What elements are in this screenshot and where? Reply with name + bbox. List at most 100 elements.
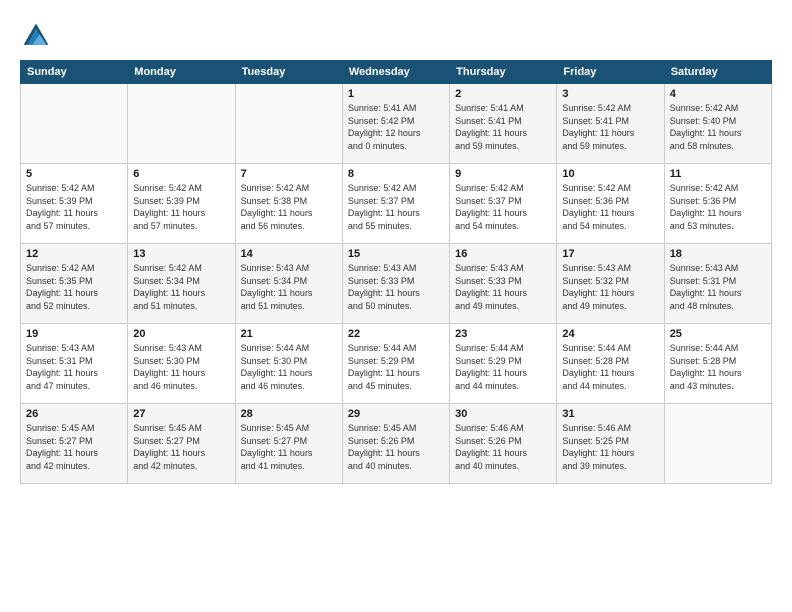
- day-number: 21: [241, 328, 337, 340]
- calendar-cell: 12 Sunrise: 5:42 AM Sunset: 5:35 PM Dayli…: [21, 244, 128, 324]
- header-cell-wednesday: Wednesday: [342, 61, 449, 84]
- day-number: 22: [348, 328, 444, 340]
- day-number: 19: [26, 328, 122, 340]
- day-number: 10: [562, 168, 658, 180]
- page: SundayMondayTuesdayWednesdayThursdayFrid…: [0, 0, 792, 612]
- day-info: Sunrise: 5:42 AM Sunset: 5:36 PM Dayligh…: [562, 182, 658, 232]
- day-number: 6: [133, 168, 229, 180]
- header-cell-monday: Monday: [128, 61, 235, 84]
- day-info: Sunrise: 5:42 AM Sunset: 5:39 PM Dayligh…: [26, 182, 122, 232]
- day-info: Sunrise: 5:42 AM Sunset: 5:38 PM Dayligh…: [241, 182, 337, 232]
- day-number: 5: [26, 168, 122, 180]
- header-row: SundayMondayTuesdayWednesdayThursdayFrid…: [21, 61, 772, 84]
- calendar-cell: 31 Sunrise: 5:46 AM Sunset: 5:25 PM Dayli…: [557, 404, 664, 484]
- calendar-cell: 2Sunrise: 5:41 AM Sunset: 5:41 PM Daylig…: [450, 84, 557, 164]
- calendar-cell: 15 Sunrise: 5:43 AM Sunset: 5:33 PM Dayli…: [342, 244, 449, 324]
- day-number: 29: [348, 408, 444, 420]
- day-info: Sunrise: 5:42 AM Sunset: 5:36 PM Dayligh…: [670, 182, 766, 232]
- day-info: Sunrise: 5:44 AM Sunset: 5:30 PM Dayligh…: [241, 342, 337, 392]
- day-number: 2: [455, 88, 551, 100]
- calendar-cell: 26Sunrise: 5:45 AM Sunset: 5:27 PM Dayli…: [21, 404, 128, 484]
- day-number: 26: [26, 408, 122, 420]
- day-info: Sunrise: 5:42 AM Sunset: 5:41 PM Dayligh…: [562, 102, 658, 152]
- header-cell-saturday: Saturday: [664, 61, 771, 84]
- calendar-cell: 7 Sunrise: 5:42 AM Sunset: 5:38 PM Daylig…: [235, 164, 342, 244]
- day-info: Sunrise: 5:43 AM Sunset: 5:33 PM Dayligh…: [348, 262, 444, 312]
- day-info: Sunrise: 5:45 AM Sunset: 5:26 PM Dayligh…: [348, 422, 444, 472]
- day-number: 9: [455, 168, 551, 180]
- calendar-cell: 22 Sunrise: 5:44 AM Sunset: 5:29 PM Dayli…: [342, 324, 449, 404]
- day-info: Sunrise: 5:46 AM Sunset: 5:25 PM Dayligh…: [562, 422, 658, 472]
- calendar-row: 12 Sunrise: 5:42 AM Sunset: 5:35 PM Dayli…: [21, 244, 772, 324]
- day-number: 25: [670, 328, 766, 340]
- calendar-cell: 18Sunrise: 5:43 AM Sunset: 5:31 PM Dayli…: [664, 244, 771, 324]
- day-info: Sunrise: 5:42 AM Sunset: 5:35 PM Dayligh…: [26, 262, 122, 312]
- header-cell-tuesday: Tuesday: [235, 61, 342, 84]
- logo: [20, 20, 56, 52]
- calendar-cell: 9 Sunrise: 5:42 AM Sunset: 5:37 PM Daylig…: [450, 164, 557, 244]
- day-info: Sunrise: 5:42 AM Sunset: 5:37 PM Dayligh…: [348, 182, 444, 232]
- day-number: 16: [455, 248, 551, 260]
- calendar-cell: 8Sunrise: 5:42 AM Sunset: 5:37 PM Daylig…: [342, 164, 449, 244]
- calendar-cell: 19 Sunrise: 5:43 AM Sunset: 5:31 PM Dayli…: [21, 324, 128, 404]
- day-number: 13: [133, 248, 229, 260]
- calendar-cell: 1Sunrise: 5:41 AM Sunset: 5:42 PM Daylig…: [342, 84, 449, 164]
- day-info: Sunrise: 5:44 AM Sunset: 5:29 PM Dayligh…: [348, 342, 444, 392]
- day-number: 18: [670, 248, 766, 260]
- day-number: 4: [670, 88, 766, 100]
- calendar-cell: 4Sunrise: 5:42 AM Sunset: 5:40 PM Daylig…: [664, 84, 771, 164]
- day-number: 27: [133, 408, 229, 420]
- day-info: Sunrise: 5:45 AM Sunset: 5:27 PM Dayligh…: [133, 422, 229, 472]
- day-number: 28: [241, 408, 337, 420]
- day-number: 3: [562, 88, 658, 100]
- calendar-cell: 20 Sunrise: 5:43 AM Sunset: 5:30 PM Dayli…: [128, 324, 235, 404]
- day-info: Sunrise: 5:44 AM Sunset: 5:28 PM Dayligh…: [670, 342, 766, 392]
- day-info: Sunrise: 5:42 AM Sunset: 5:34 PM Dayligh…: [133, 262, 229, 312]
- day-number: 11: [670, 168, 766, 180]
- calendar-cell: [128, 84, 235, 164]
- calendar-cell: 5 Sunrise: 5:42 AM Sunset: 5:39 PM Daylig…: [21, 164, 128, 244]
- header-cell-thursday: Thursday: [450, 61, 557, 84]
- calendar-cell: 16Sunrise: 5:43 AM Sunset: 5:33 PM Dayli…: [450, 244, 557, 324]
- day-number: 31: [562, 408, 658, 420]
- calendar-cell: 6 Sunrise: 5:42 AM Sunset: 5:39 PM Daylig…: [128, 164, 235, 244]
- day-number: 23: [455, 328, 551, 340]
- day-info: Sunrise: 5:43 AM Sunset: 5:30 PM Dayligh…: [133, 342, 229, 392]
- calendar-cell: 13 Sunrise: 5:42 AM Sunset: 5:34 PM Dayli…: [128, 244, 235, 324]
- day-number: 15: [348, 248, 444, 260]
- calendar-body: 1Sunrise: 5:41 AM Sunset: 5:42 PM Daylig…: [21, 84, 772, 484]
- calendar-row: 5 Sunrise: 5:42 AM Sunset: 5:39 PM Daylig…: [21, 164, 772, 244]
- calendar-cell: 29 Sunrise: 5:45 AM Sunset: 5:26 PM Dayli…: [342, 404, 449, 484]
- calendar-row: 19 Sunrise: 5:43 AM Sunset: 5:31 PM Dayli…: [21, 324, 772, 404]
- calendar-cell: 30Sunrise: 5:46 AM Sunset: 5:26 PM Dayli…: [450, 404, 557, 484]
- calendar-cell: 3 Sunrise: 5:42 AM Sunset: 5:41 PM Daylig…: [557, 84, 664, 164]
- logo-icon: [20, 20, 52, 52]
- calendar-cell: 21 Sunrise: 5:44 AM Sunset: 5:30 PM Dayli…: [235, 324, 342, 404]
- calendar-cell: 25 Sunrise: 5:44 AM Sunset: 5:28 PM Dayli…: [664, 324, 771, 404]
- day-info: Sunrise: 5:44 AM Sunset: 5:29 PM Dayligh…: [455, 342, 551, 392]
- calendar-cell: [235, 84, 342, 164]
- day-info: Sunrise: 5:43 AM Sunset: 5:31 PM Dayligh…: [26, 342, 122, 392]
- day-info: Sunrise: 5:43 AM Sunset: 5:34 PM Dayligh…: [241, 262, 337, 312]
- day-number: 17: [562, 248, 658, 260]
- day-info: Sunrise: 5:41 AM Sunset: 5:42 PM Dayligh…: [348, 102, 444, 152]
- calendar-header: SundayMondayTuesdayWednesdayThursdayFrid…: [21, 61, 772, 84]
- day-info: Sunrise: 5:42 AM Sunset: 5:37 PM Dayligh…: [455, 182, 551, 232]
- day-number: 24: [562, 328, 658, 340]
- calendar-cell: 14Sunrise: 5:43 AM Sunset: 5:34 PM Dayli…: [235, 244, 342, 324]
- day-number: 20: [133, 328, 229, 340]
- day-number: 12: [26, 248, 122, 260]
- calendar-table: SundayMondayTuesdayWednesdayThursdayFrid…: [20, 60, 772, 484]
- calendar-row: 26 Sunrise: 5:45 AM Sunset: 5:27 PM Dayli…: [21, 404, 772, 484]
- day-number: 7: [241, 168, 337, 180]
- day-number: 30: [455, 408, 551, 420]
- calendar-cell: [21, 84, 128, 164]
- day-info: Sunrise: 5:44 AM Sunset: 5:28 PM Dayligh…: [562, 342, 658, 392]
- calendar-cell: 17Sunrise: 5:43 AM Sunset: 5:32 PM Dayli…: [557, 244, 664, 324]
- day-info: Sunrise: 5:45 AM Sunset: 5:27 PM Dayligh…: [241, 422, 337, 472]
- calendar-cell: 23 Sunrise: 5:44 AM Sunset: 5:29 PM Dayli…: [450, 324, 557, 404]
- calendar-cell: [664, 404, 771, 484]
- calendar-row: 1Sunrise: 5:41 AM Sunset: 5:42 PM Daylig…: [21, 84, 772, 164]
- day-info: Sunrise: 5:42 AM Sunset: 5:39 PM Dayligh…: [133, 182, 229, 232]
- calendar-cell: 27 Sunrise: 5:45 AM Sunset: 5:27 PM Dayli…: [128, 404, 235, 484]
